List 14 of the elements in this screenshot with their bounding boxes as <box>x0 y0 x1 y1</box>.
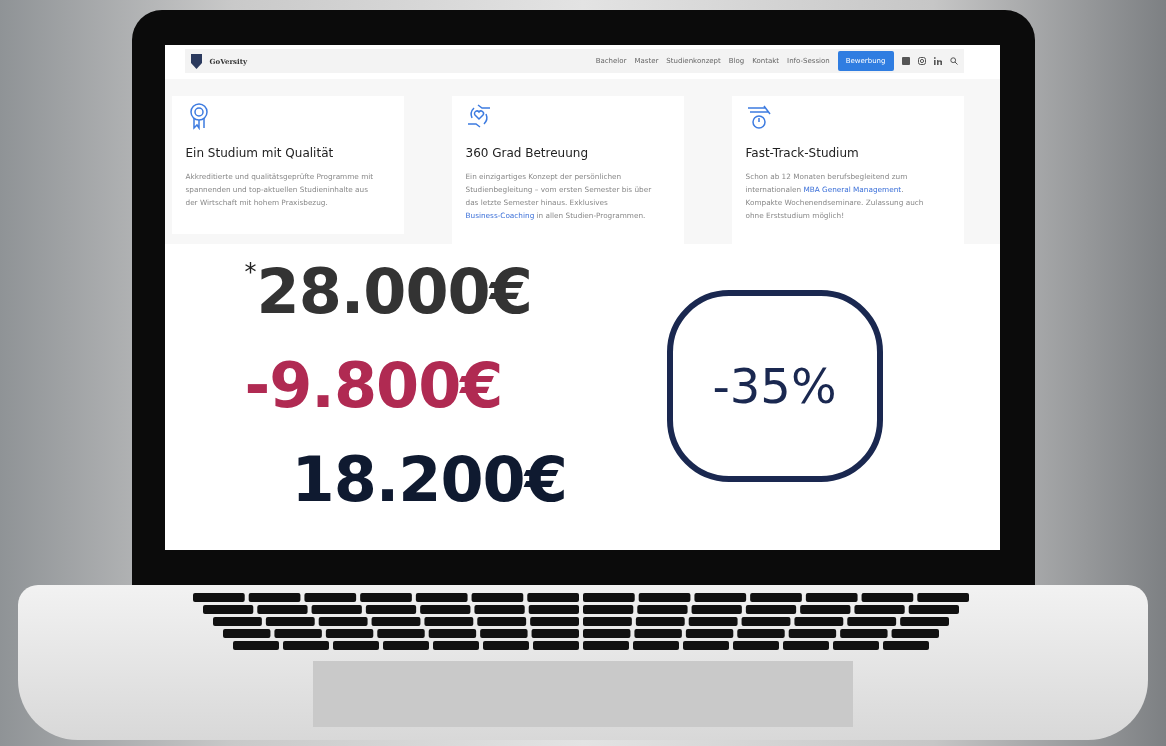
card-title: Fast-Track-Studium <box>745 146 860 160</box>
discount-badge: -35% <box>666 290 883 482</box>
card-title: 360 Grad Betreuung <box>465 146 590 160</box>
footnote-mark: * <box>244 258 257 286</box>
price-amount: 28.000€ <box>256 254 532 330</box>
price-amount: -9.800€ <box>244 348 503 424</box>
facebook-icon[interactable] <box>901 57 910 65</box>
linkedin-icon[interactable] <box>933 57 942 65</box>
price-amount: 18.200€ <box>291 442 567 518</box>
card-title: Ein Studium mit Qualität <box>185 146 335 160</box>
shield-logo-icon <box>190 53 202 69</box>
search-icon[interactable] <box>949 57 958 65</box>
instagram-icon[interactable] <box>917 57 926 65</box>
hands-heart-icon <box>465 102 492 130</box>
